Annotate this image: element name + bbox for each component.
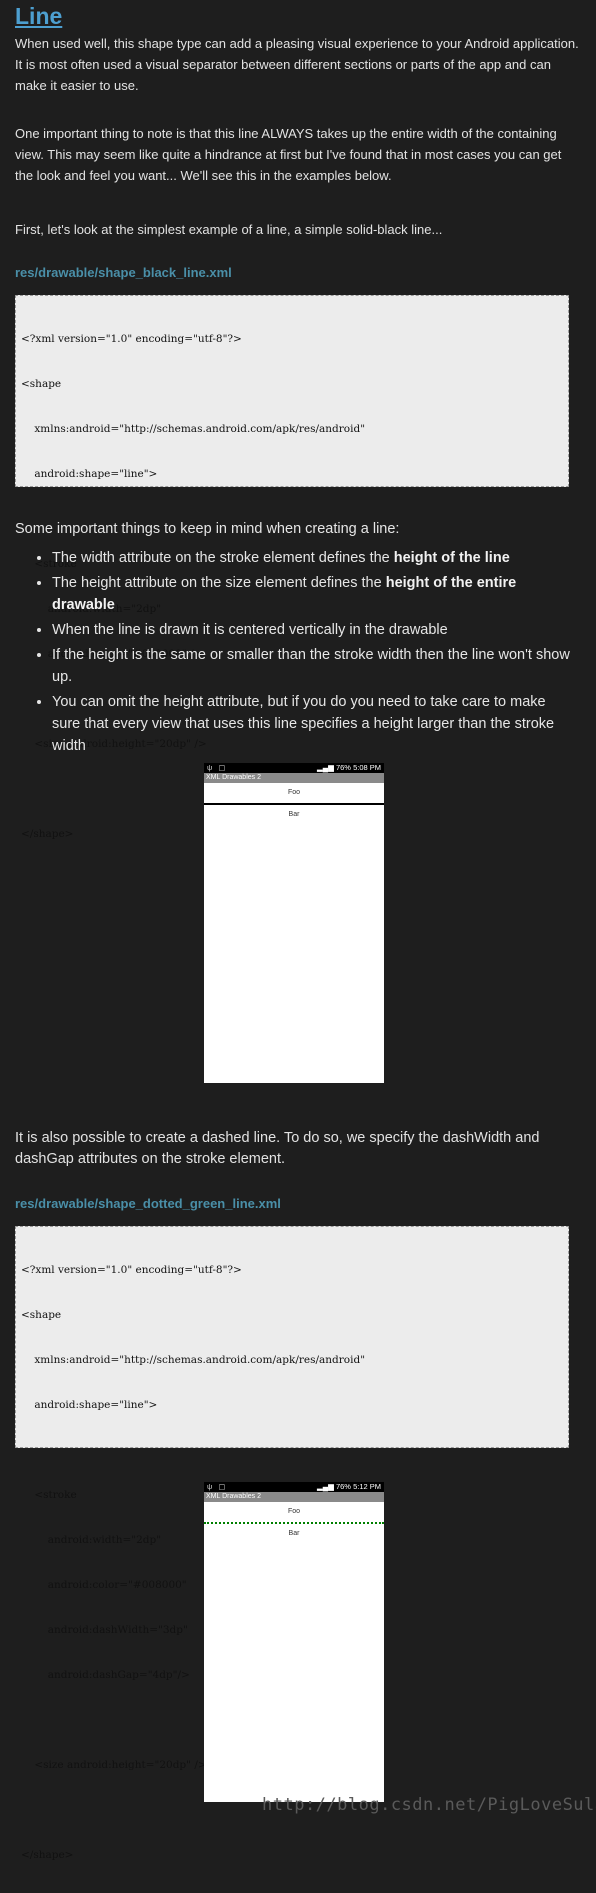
intro-paragraph: When used well, this shape type can add …: [15, 36, 579, 93]
list-item: If the height is the same or smaller tha…: [52, 644, 572, 688]
battery-level: 76%: [335, 763, 351, 772]
list-item: The width attribute on the stroke elemen…: [52, 547, 572, 569]
tips-heading: Some important things to keep in mind wh…: [15, 521, 400, 537]
tips-list: The width attribute on the stroke elemen…: [15, 547, 572, 760]
signal-icon: ▂▄▆: [317, 763, 334, 772]
first-example-paragraph: First, let's look at the simplest exampl…: [15, 222, 443, 237]
usb-icon: ψ ▢: [207, 763, 228, 772]
code-line: <shape: [21, 1309, 62, 1321]
status-bar: ψ ▢ ▂▄▆ 76% 5:12 PM: [204, 1482, 384, 1492]
code-line: <shape: [21, 378, 62, 390]
file-link-black-line[interactable]: res/drawable/shape_black_line.xml: [15, 265, 232, 280]
list-item-bar[interactable]: Bar: [204, 805, 384, 825]
code-line: xmlns:android="http://schemas.android.co…: [21, 423, 366, 435]
code-line: </shape>: [21, 1849, 74, 1861]
status-right: ▂▄▆ 76% 5:12 PM: [317, 1482, 381, 1492]
page-title[interactable]: Line: [15, 3, 62, 30]
code-line: android:shape="line">: [21, 468, 158, 480]
file-link-dotted-green-line[interactable]: res/drawable/shape_dotted_green_line.xml: [15, 1196, 281, 1211]
status-bar: ψ ▢ ▂▄▆ 76% 5:08 PM: [204, 763, 384, 773]
usb-icon: ψ ▢: [207, 1482, 228, 1491]
code-block-black-line: <?xml version="1.0" encoding="utf-8"?> <…: [15, 295, 569, 840]
code-block-dotted-green-line: <?xml version="1.0" encoding="utf-8"?> <…: [15, 1226, 569, 1861]
code-line: <?xml version="1.0" encoding="utf-8"?>: [21, 333, 242, 345]
signal-icon: ▂▄▆: [317, 1482, 334, 1491]
note-paragraph: One important thing to note is that this…: [15, 126, 562, 183]
tip-text: The width attribute on the stroke elemen…: [52, 550, 394, 566]
phone-screenshot-black-line: ψ ▢ ▂▄▆ 76% 5:08 PM XML Drawables 2 Foo …: [204, 763, 384, 1083]
app-title-bar: XML Drawables 2: [204, 1492, 384, 1502]
list-item-foo[interactable]: Foo: [204, 1502, 384, 1522]
battery-level: 76%: [335, 1482, 351, 1491]
code-line: <?xml version="1.0" encoding="utf-8"?>: [21, 1264, 242, 1276]
phone-screenshot-dotted-green-line: ψ ▢ ▂▄▆ 76% 5:12 PM XML Drawables 2 Foo …: [204, 1482, 384, 1802]
list-item: When the line is drawn it is centered ve…: [52, 619, 572, 641]
list-item-foo[interactable]: Foo: [204, 783, 384, 803]
watermark: http://blog.csdn.net/PigLoveSula: [262, 1795, 596, 1815]
app-title-bar: XML Drawables 2: [204, 773, 384, 783]
tip-bold: height of the line: [393, 550, 510, 566]
tip-text: The height attribute on the size element…: [52, 575, 386, 591]
dashed-intro-paragraph: It is also possible to create a dashed l…: [15, 1130, 540, 1167]
article: Line When used well, this shape type can…: [0, 0, 596, 1861]
code-line: xmlns:android="http://schemas.android.co…: [21, 1354, 366, 1366]
status-right: ▂▄▆ 76% 5:08 PM: [317, 763, 381, 773]
list-item-bar[interactable]: Bar: [204, 1524, 384, 1544]
list-item: The height attribute on the size element…: [52, 572, 572, 616]
clock: 5:08 PM: [353, 763, 381, 772]
clock: 5:12 PM: [353, 1482, 381, 1491]
list-item: You can omit the height attribute, but i…: [52, 691, 572, 757]
code-line: android:shape="line">: [21, 1399, 158, 1411]
